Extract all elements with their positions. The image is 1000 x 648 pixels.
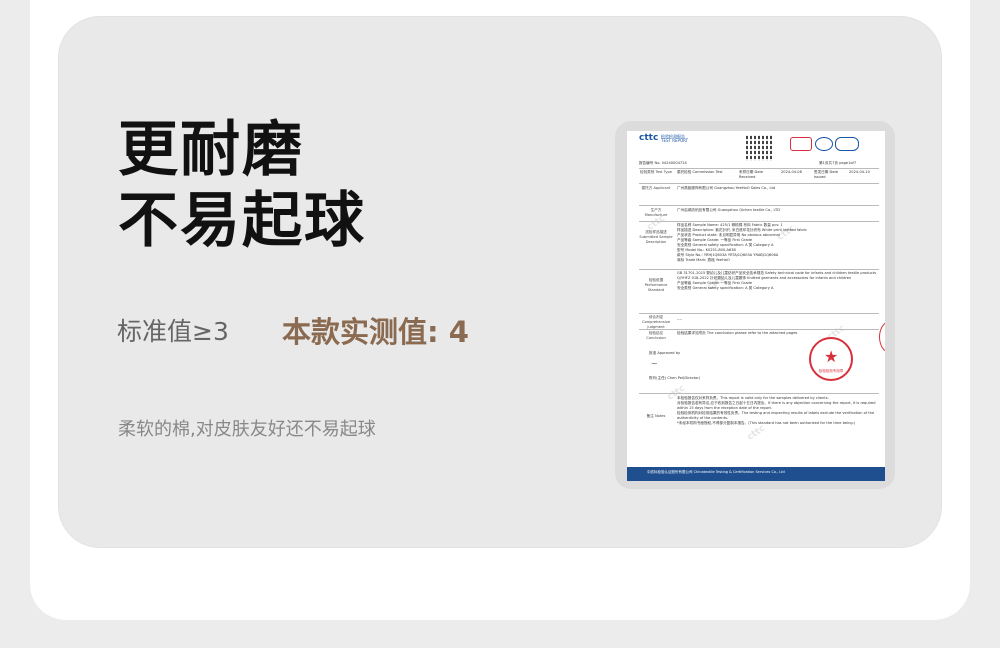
director-label: 陈玲(主任) Chen Pei(Director) <box>649 376 701 380</box>
notes-line: 检验检测机构对检测结果的有效性负责。The testing and inspec… <box>677 411 875 420</box>
test-report-image: cttc cttc cttc cttc cttc cttc cttc 检验检测报… <box>627 131 885 481</box>
applicant-label: 委托方 Applicant <box>641 186 671 190</box>
date-received-label: 来样日期 Date Received <box>739 170 764 179</box>
page-number: 第1页共7页 page1of7 <box>819 161 857 165</box>
sample-label: 送检样品描述 Submitted Sample Description <box>639 230 673 244</box>
seal-text: 检验检测专用章 <box>818 369 844 373</box>
ilac-mark-icon <box>815 137 833 151</box>
seal-edge-icon <box>879 321 885 353</box>
sample-line: 商标 Trade Mark: 燕瓯 YeeHoO <box>677 258 730 262</box>
date-issued-label: 签发日期 Date Issued <box>814 170 839 179</box>
date-received-value: 2024-04-08 <box>781 170 802 174</box>
notes-line: 对检验报告若有异议,应于收到报告之日起十五日内提出。If there is an… <box>677 401 876 410</box>
conclusion-label: 检验结论 Conclusion <box>646 331 666 340</box>
notes-label: 备注 Notes <box>646 414 666 418</box>
description-text: 柔软的棉,对皮肤友好还不易起球 <box>118 419 376 440</box>
judgment-value: ---- <box>677 317 683 321</box>
cttc-logo: cttc <box>639 133 659 143</box>
red-seal-icon: ★ 检验检测专用章 <box>809 337 853 381</box>
cma-mark-icon <box>790 137 812 151</box>
signature-icon: ~ <box>651 359 658 368</box>
date-issued-value: 2024-04-10 <box>849 170 870 174</box>
approved-label: 批准 Approved by <box>649 351 681 355</box>
footer-text: 中纺标检验认证股份有限公司 Chinatextile Testing & Cer… <box>647 470 785 474</box>
report-title-en: TEST REPORT <box>661 138 689 143</box>
manufacturer-value: 广州启城纺织品有限公司 Guangzhou Qichen textile Co.… <box>677 208 780 212</box>
test-type-value: 委托检验 Commission Test <box>677 170 723 174</box>
report-number: 报告编号 No. 04240004724 <box>639 161 687 165</box>
conclusion-value: 检验结果详见附页 The conclusion please refer to … <box>677 331 798 335</box>
headline-line-2: 不易起球 <box>118 186 366 256</box>
judgment-label: 综合判定 Comprehensive judgment <box>641 315 671 329</box>
notes-line: *未经本机构书面授权,不得部分复制本报告。(This standard has … <box>677 421 856 425</box>
manufacturer-label: 生产方 Manufacture <box>644 208 668 217</box>
measured-value: 本款实测值: 4 <box>282 315 469 349</box>
report-footer: 中纺标检验认证股份有限公司 Chinatextile Testing & Cer… <box>627 467 885 481</box>
qr-code-icon <box>746 135 772 161</box>
cnas-mark-icon <box>835 137 859 151</box>
applicant-value: 广州燕瓯服饰有限公司 Guangzhou YeeHoO Sales Co., L… <box>677 186 776 190</box>
performance-line: 安全类别 General safety specification: A 类 C… <box>677 286 774 290</box>
test-type-label: 检验类别 Test Type <box>640 170 672 174</box>
headline-line-1: 更耐磨 <box>118 115 304 185</box>
standard-value: 标准值≥3 <box>117 317 229 346</box>
performance-label: 检验依据 Performance Standard <box>644 278 668 292</box>
